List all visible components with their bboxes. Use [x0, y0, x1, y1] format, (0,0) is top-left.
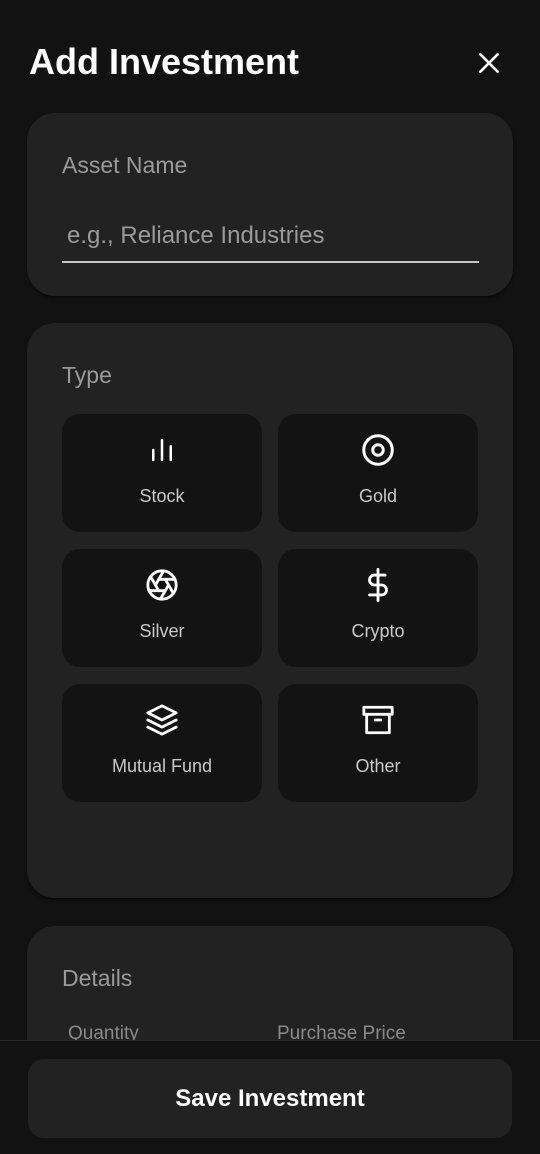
type-option-label: Silver — [139, 621, 185, 641]
aperture-icon — [144, 567, 180, 603]
close-icon — [476, 50, 502, 76]
footer: Save Investment — [0, 1040, 540, 1154]
asset-name-card: Asset Name — [27, 113, 513, 296]
type-label: Type — [62, 362, 112, 388]
type-option-stock[interactable]: Stock — [62, 414, 262, 532]
layers-icon — [144, 702, 180, 738]
asset-name-label: Asset Name — [62, 152, 188, 178]
close-button[interactable] — [470, 44, 508, 82]
archive-icon — [360, 702, 396, 738]
page-title: Add Investment — [29, 41, 300, 82]
type-option-gold[interactable]: Gold — [278, 414, 478, 532]
type-option-label: Stock — [139, 486, 185, 506]
type-option-other[interactable]: Other — [278, 684, 478, 802]
asset-name-input[interactable] — [62, 211, 479, 263]
type-option-label: Crypto — [351, 621, 405, 641]
bar-chart-icon — [144, 432, 180, 468]
type-option-mutual-fund[interactable]: Mutual Fund — [62, 684, 262, 802]
type-option-label: Other — [355, 756, 401, 776]
type-option-label: Mutual Fund — [111, 756, 213, 776]
save-investment-button[interactable]: Save Investment — [28, 1059, 512, 1138]
add-investment-screen: Add Investment Asset Name Type Stock — [0, 0, 540, 1154]
type-option-crypto[interactable]: Crypto — [278, 549, 478, 667]
header: Add Investment — [0, 0, 540, 110]
details-label: Details — [62, 965, 133, 991]
type-card: Type Stock Gold Silver Crypto Mutual Fun… — [27, 323, 513, 898]
target-icon — [360, 432, 396, 468]
dollar-icon — [360, 567, 396, 603]
type-option-silver[interactable]: Silver — [62, 549, 262, 667]
type-option-label: Gold — [358, 486, 398, 506]
